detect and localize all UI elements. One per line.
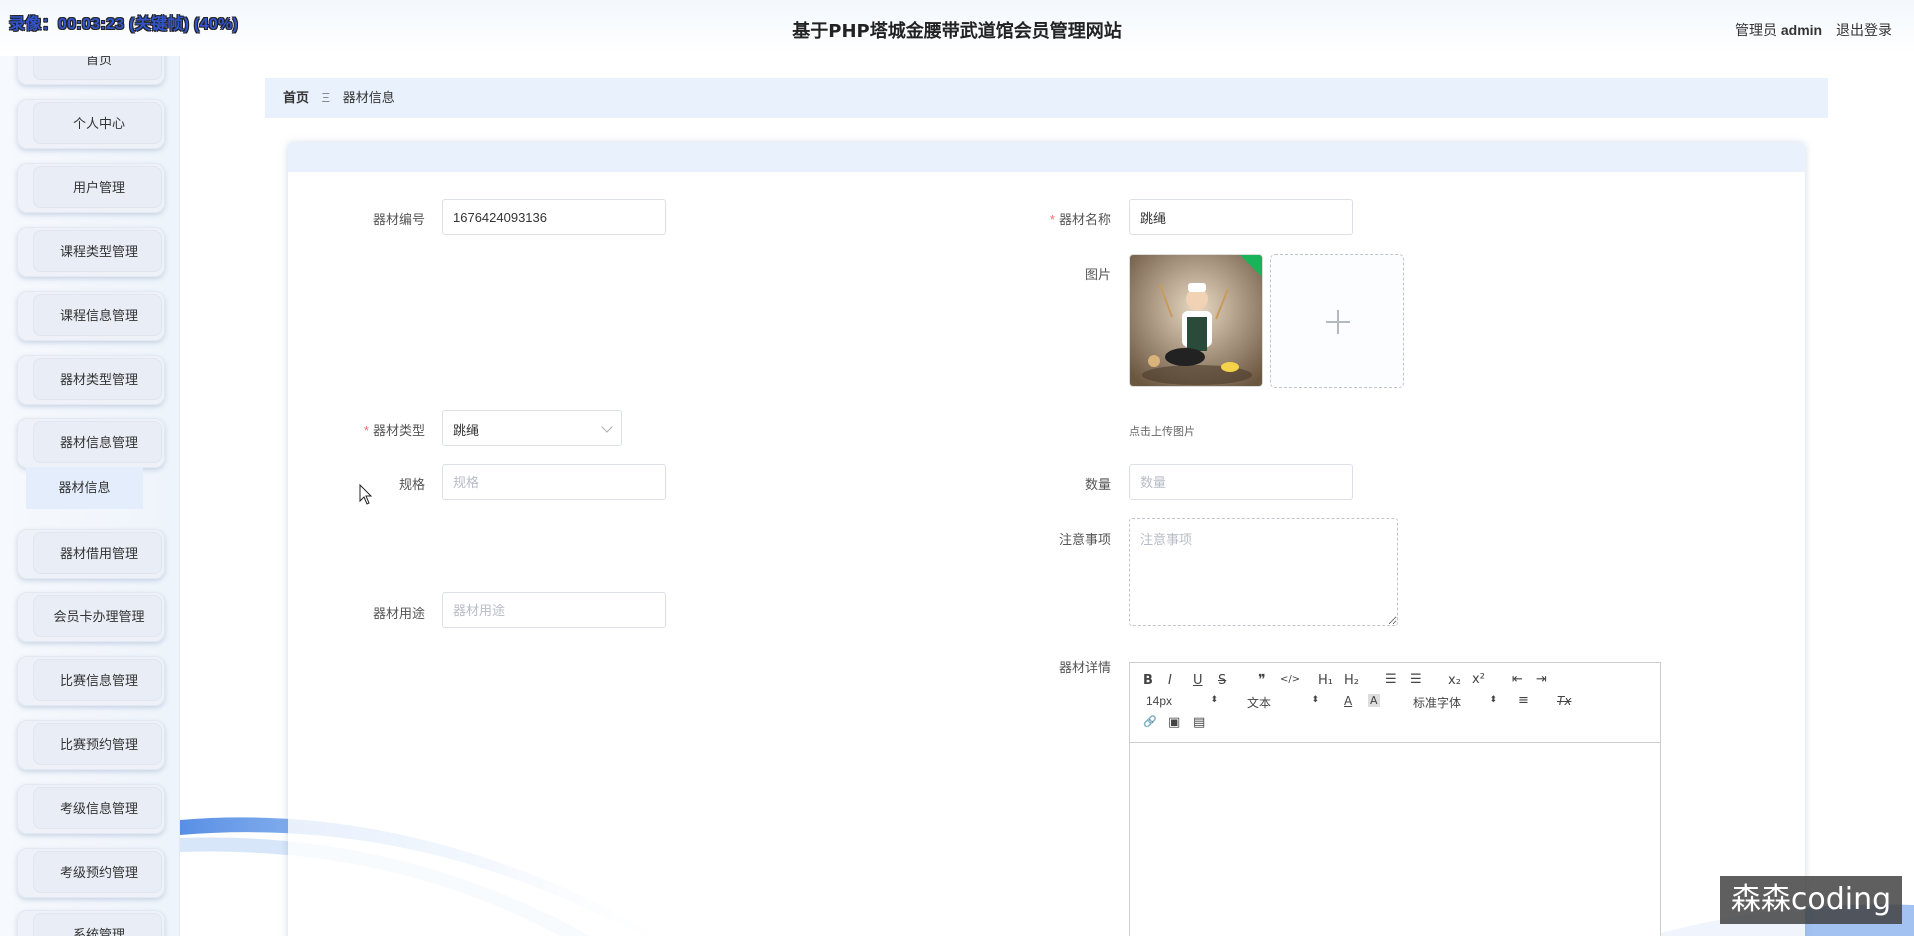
italic-button[interactable]: I xyxy=(1168,673,1172,688)
rich-text-editor: B I U S ❞ </> H₁ H₂ ☰ ☰ x₂ x² ⇤ ⇥ 14px ⬍ … xyxy=(1129,662,1661,936)
quantity-input[interactable] xyxy=(1129,464,1353,500)
subscript-button[interactable]: x₂ xyxy=(1448,673,1461,688)
sidebar: 首页 个人中心 用户管理 课程类型管理 课程信息管理 器材类型管理 器材信息管理… xyxy=(0,0,180,936)
notes-textarea[interactable] xyxy=(1129,518,1398,626)
bullet-list-icon[interactable]: ☰ xyxy=(1410,672,1422,687)
type-select[interactable]: 跳绳 xyxy=(442,410,622,446)
site-title: 基于PHP塔城金腰带武道馆会员管理网站 xyxy=(792,21,1122,42)
image-icon[interactable]: ▣ xyxy=(1168,715,1180,730)
usage-input[interactable] xyxy=(442,592,666,628)
sidebar-item-competition-info[interactable]: 比赛信息管理 xyxy=(17,656,165,706)
username: admin xyxy=(1780,22,1823,38)
sidebar-item-label: 比赛预约管理 xyxy=(59,737,138,752)
type-select-value: 跳绳 xyxy=(453,423,480,438)
breadcrumb-current: 器材信息 xyxy=(342,90,395,105)
sidebar-item-system[interactable]: 系统管理 xyxy=(17,910,165,936)
sidebar-item-course-info[interactable]: 课程信息管理 xyxy=(17,291,165,341)
sidebar-item-label: 课程信息管理 xyxy=(59,308,138,323)
sidebar-item-label: 比赛信息管理 xyxy=(59,673,138,688)
sidebar-item-label: 个人中心 xyxy=(72,116,125,131)
link-icon[interactable]: 🔗 xyxy=(1143,715,1157,728)
superscript-button[interactable]: x² xyxy=(1472,672,1485,687)
ordered-list-icon[interactable]: ☰ xyxy=(1385,672,1397,687)
quote-button[interactable]: ❞ xyxy=(1258,672,1266,688)
indent-icon[interactable]: ⇥ xyxy=(1536,672,1547,687)
sidebar-item-label: 器材类型管理 xyxy=(59,372,138,387)
sidebar-item-grading-booking[interactable]: 考级预约管理 xyxy=(17,848,165,898)
user-area: 管理员 admin 退出登录 xyxy=(1735,20,1892,40)
mouse-cursor-icon xyxy=(359,484,373,505)
sidebar-item-profile[interactable]: 个人中心 xyxy=(17,99,165,149)
background-color-icon[interactable]: A xyxy=(1368,694,1380,707)
sidebar-item-label: 器材信息管理 xyxy=(59,435,138,450)
plus-icon xyxy=(1326,310,1350,334)
sidebar-item-course-types[interactable]: 课程类型管理 xyxy=(17,227,165,277)
name-input[interactable] xyxy=(1129,199,1353,235)
breadcrumb-home[interactable]: 首页 xyxy=(283,90,309,105)
upload-button[interactable] xyxy=(1270,254,1404,388)
top-header: 录像：00:03:23 (关键帧) (40%) 基于PHP塔城金腰带武道馆会员管… xyxy=(0,0,1914,56)
spec-input[interactable] xyxy=(442,464,666,500)
breadcrumb: 首页 Ξ 器材信息 xyxy=(265,78,1828,118)
user-role: 管理员 xyxy=(1734,22,1777,38)
sidebar-item-label: 器材借用管理 xyxy=(59,546,138,561)
sidebar-subitem-equipment[interactable]: 器材信息 xyxy=(26,467,143,509)
sidebar-item-grading-info[interactable]: 考级信息管理 xyxy=(17,784,165,834)
sidebar-item-label: 系统管理 xyxy=(72,927,125,936)
sidebar-item-label: 考级预约管理 xyxy=(59,865,138,880)
logout-link[interactable]: 退出登录 xyxy=(1836,22,1892,38)
chevron-down-icon xyxy=(601,421,613,433)
sidebar-item-label: 用户管理 xyxy=(72,180,125,195)
sidebar-item-competition-booking[interactable]: 比赛预约管理 xyxy=(17,720,165,770)
sidebar-item-label: 考级信息管理 xyxy=(59,801,138,816)
outdent-icon[interactable]: ⇤ xyxy=(1512,672,1523,687)
sidebar-item-equipment-info[interactable]: 器材信息管理 xyxy=(17,418,165,468)
sidebar-item-label: 会员卡办理管理 xyxy=(53,609,145,624)
video-icon[interactable]: ▤ xyxy=(1193,715,1205,730)
sidebar-item-users[interactable]: 用户管理 xyxy=(17,163,165,213)
sidebar-item-label: 课程类型管理 xyxy=(59,244,138,259)
watermark: 森森coding xyxy=(1720,876,1902,924)
align-icon[interactable]: ≡ xyxy=(1518,693,1529,708)
header-select[interactable]: 文本 ⬍ xyxy=(1247,694,1319,711)
sidebar-item-equipment-types[interactable]: 器材类型管理 xyxy=(17,355,165,405)
card-header-strip xyxy=(288,143,1805,172)
sidebar-item-equipment-borrow[interactable]: 器材借用管理 xyxy=(17,529,165,579)
font-size-select[interactable]: 14px ⬍ xyxy=(1146,694,1218,708)
text-color-icon[interactable]: A xyxy=(1344,694,1352,708)
strike-button[interactable]: S xyxy=(1218,673,1226,688)
code-button[interactable]: </> xyxy=(1280,674,1300,685)
h1-button[interactable]: H₁ xyxy=(1318,673,1333,688)
editor-toolbar: B I U S ❞ </> H₁ H₂ ☰ ☰ x₂ x² ⇤ ⇥ 14px ⬍ … xyxy=(1130,663,1660,743)
underline-button[interactable]: U xyxy=(1193,673,1203,688)
sidebar-item-membership-card[interactable]: 会员卡办理管理 xyxy=(17,592,165,642)
bold-button[interactable]: B xyxy=(1143,673,1153,688)
font-family-select[interactable]: 标准字体 ⬍ xyxy=(1413,694,1497,711)
code-input[interactable] xyxy=(442,199,666,235)
h2-button[interactable]: H₂ xyxy=(1344,673,1359,688)
clean-format-icon[interactable]: Tx xyxy=(1557,694,1571,708)
breadcrumb-separator: Ξ xyxy=(321,90,331,105)
